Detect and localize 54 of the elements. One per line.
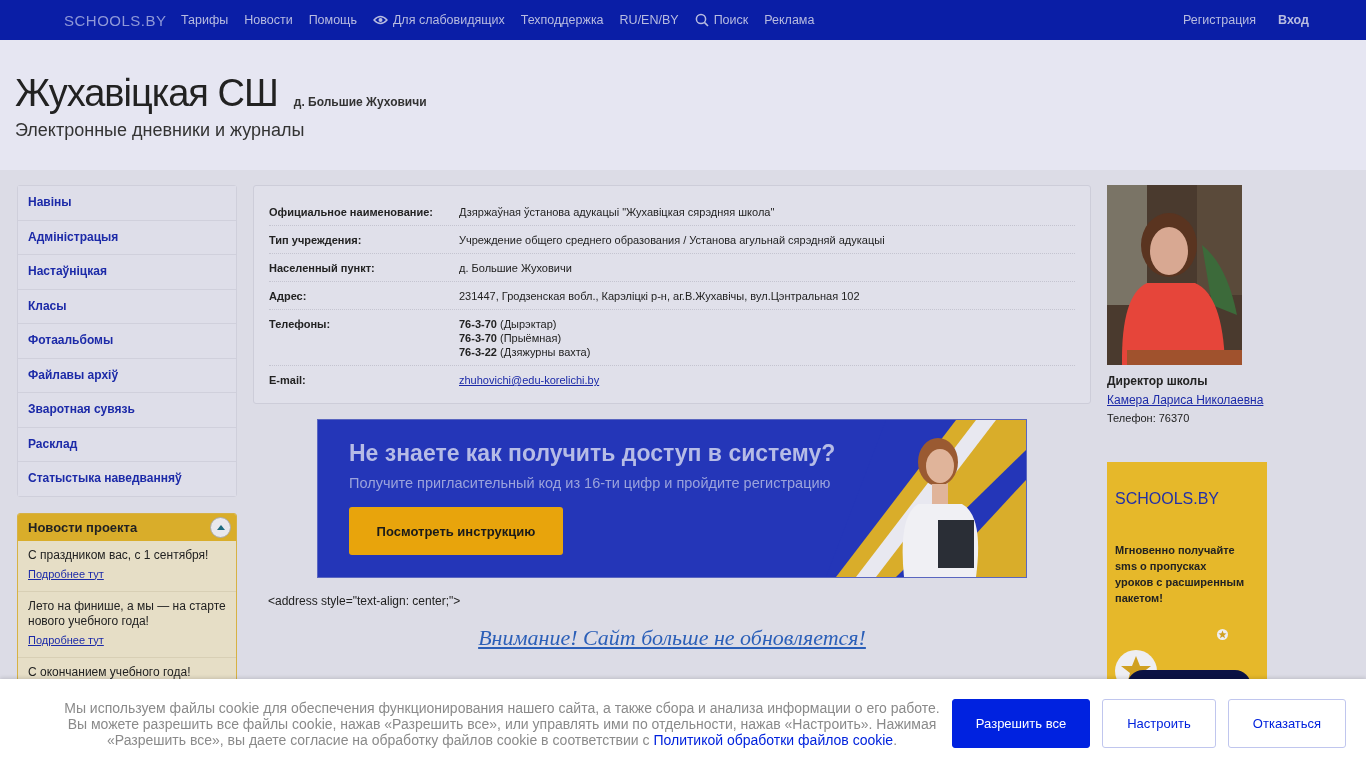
nav-link[interactable]: Помощь [308,13,357,27]
school-location: д. Большие Жуховичи [293,95,427,109]
instructions-button[interactable]: Посмотреть инструкцию [349,507,563,555]
field-label: Тип учреждения: [269,233,363,247]
news-text: С окончанием учебного года! [28,664,192,680]
ad-logo: SCHOOLS.BY [1115,490,1220,508]
nav-link[interactable]: Новости [244,13,293,27]
cookie-button[interactable]: Отказаться [1228,699,1346,748]
field-value: Учреждение общего среднего образования / Установа агульнай сярэдняй адукацыі [459,233,885,247]
cookie-button[interactable]: Настроить [1102,699,1216,748]
code-text: <address style="text-align: center;"> [268,594,462,608]
collapse-button[interactable] [210,516,231,538]
field-label: E-mail: [269,373,307,387]
field-value: 76-3-70 (Прыёмная) [459,331,563,345]
banner-subtitle: Получите пригласительный код из 16-ти цифр и пройдите регистрацию [349,475,832,491]
site-logo[interactable]: SCHOOLS.BY [64,11,164,29]
field-value: 231447, Гродзенская вобл., Карэліцкі р-н, аг.В.Жухавічы, вул.Цэнтральная 102 [459,289,860,303]
search-icon [694,13,709,27]
field-label: Адрес: [269,289,308,303]
nav-link[interactable]: Для слабовидящих [372,13,505,27]
email-link[interactable]: zhuhovichi@edu-korelichi.by [459,373,600,387]
panel-title: Новости проекта [28,519,138,535]
cookie-button[interactable]: Разрешить все [952,699,1090,748]
read-more-link[interactable]: Подробнее тут [28,633,104,646]
nav-link[interactable]: Реклама [764,13,815,27]
read-more-link[interactable]: Подробнее тут [28,567,104,580]
field-value: д. Большие Жуховичи [459,261,572,275]
director-name-link[interactable]: Камера Лариса Николаевна [1107,393,1264,407]
field-value: 76-3-70 (Дырэктар) [459,317,558,331]
news-text: Лето на финише, а мы — на старте нового учебного года! [28,598,226,629]
banner-title: Не знаете как получить доступ в систему? [349,440,836,467]
sidebar-item[interactable]: Навіны [18,186,236,221]
news-text: С праздником вас, с 1 сентября! [28,547,210,563]
nav-link[interactable]: Тарифы [181,13,229,27]
field-value: Дзяржаўная ўстанова адукацыі "Жухавіцкая сярэдняя школа" [459,205,775,219]
ad-text: Мгновенно получайте sms о пропусках уроков с расширенным пакетом! [1115,543,1245,606]
star-icon [1217,629,1228,640]
field-label: Официальное наименование: [269,205,434,219]
field-label: Населенный пункт: [269,261,376,275]
cookie-notice: Мы используем файлы cookie для обеспечения функционирования нашего сайта, а также сбора и анализа информации о его работе. Вы можете разрешить все файлы cookie, нажав «Разрешить все», или управлять ими по отдельности, нажав «Настроить». Нажимая «Разрешить все», вы даете согласие на обработку файлов cookie в соответствии с Политикой обработки файлов cookie. [63,699,941,748]
notice-link[interactable]: Внимание! Сайт больше не обновляется! [478,625,866,650]
director-phone: Телефон: 76370 [1107,412,1191,424]
nav-link[interactable]: Техподдержка [520,13,604,27]
director-role: Директор школы [1107,374,1209,388]
school-title: Жухавіцкая СШ [15,71,278,116]
nav-link[interactable]: Регистрация [1183,13,1257,27]
site-subtitle: Электронные дневники и журналы [15,120,306,141]
nav-link[interactable]: RU/EN/BY [619,13,679,27]
field-label: Телефоны: [269,317,332,332]
eye-icon [372,15,388,25]
nav-link[interactable]: Вход [1278,13,1309,27]
cookie-policy-link[interactable]: Политикой обработки файлов cookie [653,731,894,748]
field-value: 76-3-22 (Дзяжурны вахта) [459,345,591,359]
nav-link[interactable]: Поиск [694,13,749,27]
